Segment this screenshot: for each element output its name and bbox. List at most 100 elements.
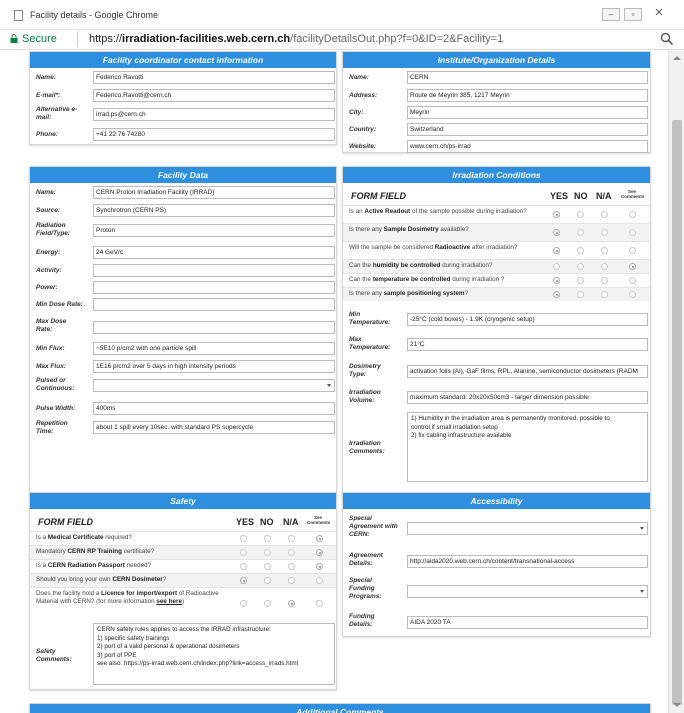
facility-radiation-field[interactable]: Proton: [93, 224, 335, 237]
agreement-details-field[interactable]: http://aida2020.web.cern.ch/content/tran…: [407, 555, 648, 568]
coordinator-alt-email-field[interactable]: irrad.ps@cern.ch: [93, 108, 335, 121]
url-domain: irradiation-facilities.web.cern.ch: [122, 33, 291, 45]
facility-power-field[interactable]: [93, 281, 335, 294]
facility-energy-label: Energy:: [36, 249, 61, 256]
close-button[interactable]: ✕: [650, 8, 668, 21]
coordinator-name-field[interactable]: Federico Ravotti: [93, 71, 335, 84]
radio-no[interactable]: [577, 211, 584, 218]
facility-pulse-width-field[interactable]: 400ms: [93, 402, 335, 415]
radio-yes[interactable]: [240, 535, 247, 542]
radio-yes[interactable]: [553, 211, 560, 218]
radio-see-comments[interactable]: [629, 247, 636, 254]
special-funding-select[interactable]: [407, 585, 648, 598]
irradiation-comments-field[interactable]: 1) Humidity in the irradiation area is p…: [407, 412, 648, 482]
radio-na[interactable]: [288, 535, 295, 542]
radio-na[interactable]: [288, 563, 295, 570]
radio-yes[interactable]: [240, 600, 247, 607]
institute-city-label: City:: [349, 109, 364, 116]
dosimetry-type-field[interactable]: activation foils (Al), GaF films, RPL, A…: [407, 365, 648, 378]
radio-see-comments[interactable]: [316, 563, 323, 570]
question-text-pre: Can the: [349, 262, 373, 269]
radio-no[interactable]: [264, 535, 271, 542]
funding-details-label: Funding Details:: [349, 613, 375, 628]
facility-energy-field[interactable]: 24 GeV/c: [93, 246, 335, 259]
facility-pulse-width-label: Pulse Width:: [36, 405, 76, 412]
radio-no[interactable]: [577, 247, 584, 254]
radio-yes[interactable]: [553, 263, 560, 270]
institute-address-field[interactable]: Route de Meyrin 385, 1217 Meyrin: [407, 89, 648, 102]
radio-na[interactable]: [601, 291, 608, 298]
radio-yes[interactable]: [240, 577, 247, 584]
radio-na[interactable]: [288, 577, 295, 584]
radio-na[interactable]: [288, 600, 295, 607]
radio-see-comments[interactable]: [629, 229, 636, 236]
irradiation-volume-field[interactable]: maximum standard: 20x20x50cm3 - larger d…: [407, 391, 648, 404]
url-field[interactable]: https://irradiation-facilities.web.cern.…: [89, 33, 503, 45]
chevron-down-icon: [640, 590, 644, 593]
facility-name-field[interactable]: CERN Proton Irradiation Facility (IRRAD): [93, 186, 335, 199]
radio-no[interactable]: [577, 229, 584, 236]
radio-no[interactable]: [577, 263, 584, 270]
scroll-down-icon[interactable]: [673, 703, 681, 707]
radio-no[interactable]: [264, 549, 271, 556]
zoom-icon[interactable]: [660, 32, 674, 46]
minimize-button[interactable]: –: [602, 8, 620, 21]
radio-see-comments[interactable]: [629, 277, 636, 284]
coordinator-email-field[interactable]: Federico.Ravotti@cern.ch: [93, 89, 335, 102]
irradiation-question-text: Is there any Sample Dosimetry available?: [349, 226, 527, 234]
vertical-scrollbar[interactable]: [668, 51, 684, 713]
radio-see-comments[interactable]: [316, 600, 323, 607]
funding-details-field[interactable]: AIDA 2020 TA: [407, 616, 648, 629]
institute-name-field[interactable]: CERN: [407, 71, 648, 84]
radio-yes[interactable]: [240, 549, 247, 556]
scroll-up-icon[interactable]: [673, 56, 681, 60]
facility-activity-label: Activity:: [36, 267, 62, 274]
radio-na[interactable]: [601, 277, 608, 284]
facility-max-flux-field[interactable]: 1E16 p/cm2 over 5 days in high intensity…: [93, 360, 335, 373]
page-icon: [14, 10, 23, 21]
scrollbar-thumb[interactable]: [672, 120, 682, 705]
radio-yes[interactable]: [553, 291, 560, 298]
see-here-link[interactable]: see here: [156, 598, 182, 605]
facility-repetition-field[interactable]: about 1 spill every 10sec. with standard…: [93, 421, 335, 434]
radio-see-comments[interactable]: [629, 291, 636, 298]
radio-yes[interactable]: [553, 277, 560, 284]
radio-see-comments[interactable]: [316, 549, 323, 556]
special-agreement-select[interactable]: [407, 522, 648, 535]
radio-no[interactable]: [577, 277, 584, 284]
safety-question-row: Does the facility hold a Licence for imp…: [30, 587, 336, 619]
facility-pulsed-select[interactable]: [93, 379, 335, 392]
radio-yes[interactable]: [553, 229, 560, 236]
radio-na[interactable]: [601, 211, 608, 218]
facility-activity-field[interactable]: [93, 264, 335, 277]
radio-see-comments[interactable]: [316, 535, 323, 542]
coordinator-phone-field[interactable]: +41 22 76 74280: [93, 128, 335, 141]
safety-question-row: Is a CERN Radiation Passport needed?: [30, 559, 336, 573]
window-title: Facility details - Google Chrome: [30, 10, 159, 20]
radio-no[interactable]: [577, 291, 584, 298]
radio-yes[interactable]: [240, 563, 247, 570]
min-temp-field[interactable]: -25°C (cold boxes) - 1.9K (cryogenic set…: [407, 313, 648, 326]
institute-city-field[interactable]: Meyrin: [407, 106, 648, 119]
institute-website-field[interactable]: www.cern.ch/ps-irrad: [407, 140, 648, 153]
radio-no[interactable]: [264, 600, 271, 607]
radio-see-comments[interactable]: [629, 263, 636, 270]
facility-min-dose-field[interactable]: [93, 298, 335, 311]
facility-min-flux-field[interactable]: ~5E10 p/cm2 with one particle spill: [93, 342, 335, 355]
facility-max-dose-field[interactable]: [93, 321, 335, 334]
accessibility-panel: Accessibility Special Agreement with CER…: [342, 492, 651, 637]
facility-source-field[interactable]: Synchrotron (CERN PS): [93, 204, 335, 217]
max-temp-field[interactable]: 21°C: [407, 338, 648, 351]
radio-na[interactable]: [601, 229, 608, 236]
radio-no[interactable]: [264, 563, 271, 570]
safety-comments-field[interactable]: CERN safety rules applies to access the …: [93, 623, 335, 685]
radio-see-comments[interactable]: [629, 211, 636, 218]
radio-see-comments[interactable]: [316, 577, 323, 584]
institute-country-field[interactable]: Switzerland: [407, 123, 648, 136]
radio-na[interactable]: [601, 247, 608, 254]
radio-yes[interactable]: [553, 247, 560, 254]
radio-no[interactable]: [264, 577, 271, 584]
radio-na[interactable]: [288, 549, 295, 556]
radio-na[interactable]: [601, 263, 608, 270]
maximize-button[interactable]: ▫: [624, 8, 642, 21]
